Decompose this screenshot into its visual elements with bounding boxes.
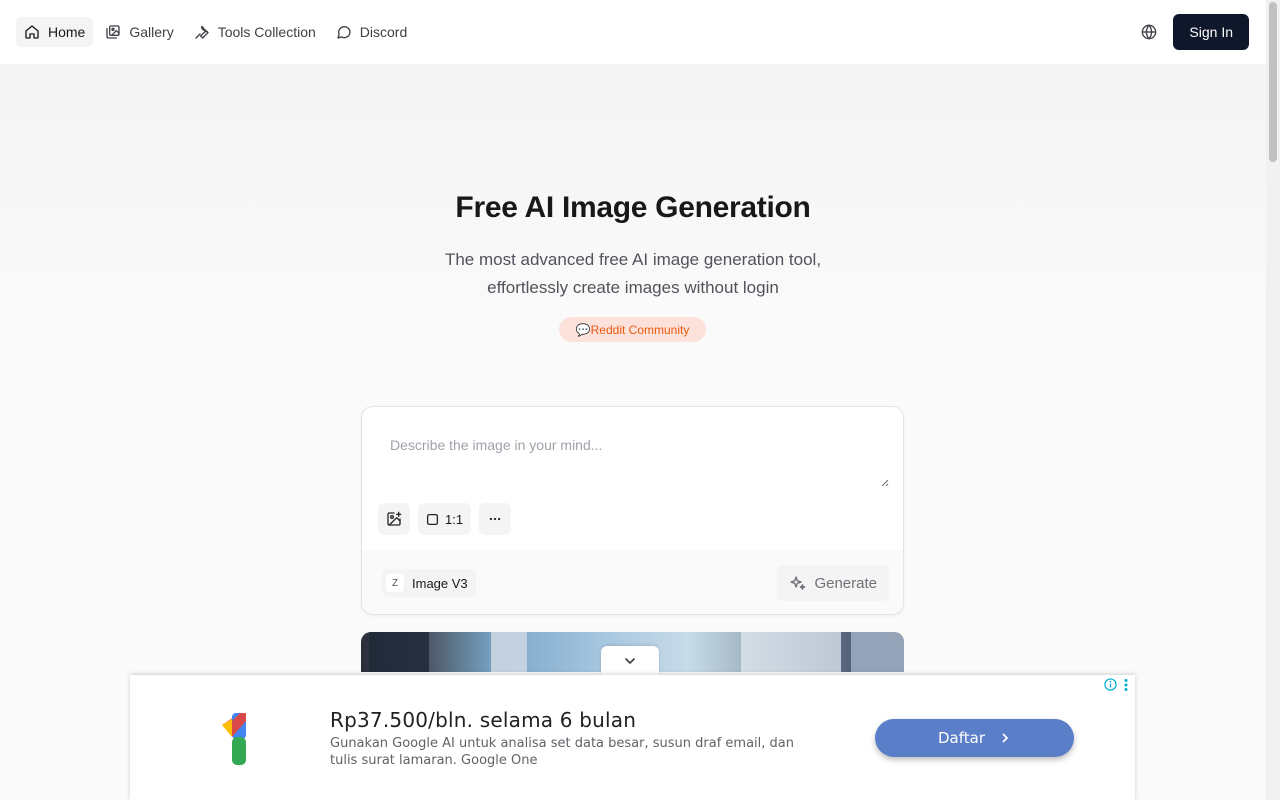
model-selector[interactable]: Z Image V3	[382, 569, 476, 597]
nav-item-discord[interactable]: Discord	[328, 17, 415, 47]
ad-cta-button[interactable]: Daftar	[875, 719, 1074, 757]
ad-collapse-button[interactable]	[601, 646, 659, 676]
model-label: Image V3	[412, 575, 468, 591]
building-shape	[491, 632, 527, 672]
ad-title: Rp37.500/bln. selama 6 bulan	[330, 708, 637, 732]
image-plus-icon	[387, 511, 402, 526]
hero-subtitle: The most advanced free AI image generati…	[444, 250, 822, 297]
language-button[interactable]	[1140, 23, 1158, 41]
aspect-ratio-label: 1:1	[445, 511, 464, 527]
resize-handle-icon[interactable]	[879, 477, 889, 487]
nav-item-gallery[interactable]: Gallery	[97, 17, 181, 47]
aspect-ratio-button[interactable]: 1:1	[418, 503, 472, 535]
ad-info-icon[interactable]	[1104, 678, 1117, 691]
chevron-down-icon	[625, 658, 635, 664]
more-options-button[interactable]	[479, 503, 512, 535]
sign-in-button[interactable]: Sign In	[1173, 14, 1249, 50]
building-shape	[741, 632, 841, 672]
chat-bubble-icon	[337, 26, 351, 39]
home-icon	[25, 25, 39, 39]
nav-item-label: Discord	[359, 24, 408, 40]
nav-item-label: Gallery	[129, 24, 174, 40]
page-title: Free AI Image Generation	[455, 191, 811, 224]
prompt-input[interactable]	[378, 425, 889, 489]
gallery-icon	[106, 25, 121, 39]
nav-item-label: Home	[48, 24, 86, 40]
ellipsis-icon	[489, 517, 501, 521]
model-logo-icon: Z	[386, 574, 404, 592]
square-icon	[426, 513, 439, 525]
top-header: Home Gallery Tools Collection Discord Si…	[0, 0, 1266, 64]
google-one-logo-icon	[222, 713, 246, 765]
nav-item-tools-collection[interactable]: Tools Collection	[186, 17, 324, 47]
building-shape	[369, 632, 429, 672]
speech-bubble-icon: 💬	[575, 322, 591, 337]
chevron-right-icon	[1002, 733, 1008, 743]
ad-options-icon[interactable]	[1122, 678, 1130, 692]
header-actions: Sign In	[1140, 14, 1249, 50]
main-nav: Home Gallery Tools Collection Discord	[16, 17, 415, 47]
generate-button[interactable]: Generate	[777, 565, 889, 601]
scrollbar-thumb[interactable]	[1269, 2, 1277, 162]
prompt-card: 1:1 Z Image V3 Generate	[361, 406, 904, 615]
badge-label: Reddit Community	[590, 322, 690, 337]
generate-label: Generate	[814, 574, 877, 592]
page-scrollbar[interactable]	[1266, 0, 1280, 800]
sparkles-icon	[790, 575, 806, 590]
prompt-tools: 1:1	[378, 503, 512, 535]
globe-icon	[1142, 24, 1157, 40]
wrench-icon	[195, 25, 209, 39]
nav-item-home[interactable]: Home	[16, 17, 94, 47]
reddit-community-badge[interactable]: 💬 Reddit Community	[559, 317, 706, 342]
nav-item-label: Tools Collection	[217, 24, 316, 40]
ad-banner[interactable]: Rp37.500/bln. selama 6 bulan Gunakan Goo…	[130, 675, 1135, 800]
prompt-card-footer: Z Image V3 Generate	[362, 550, 903, 614]
ad-cta-label: Daftar	[938, 729, 985, 747]
upload-image-button[interactable]	[378, 503, 410, 535]
ad-description: Gunakan Google AI untuk analisa set data…	[330, 736, 794, 768]
building-shape	[851, 632, 904, 672]
